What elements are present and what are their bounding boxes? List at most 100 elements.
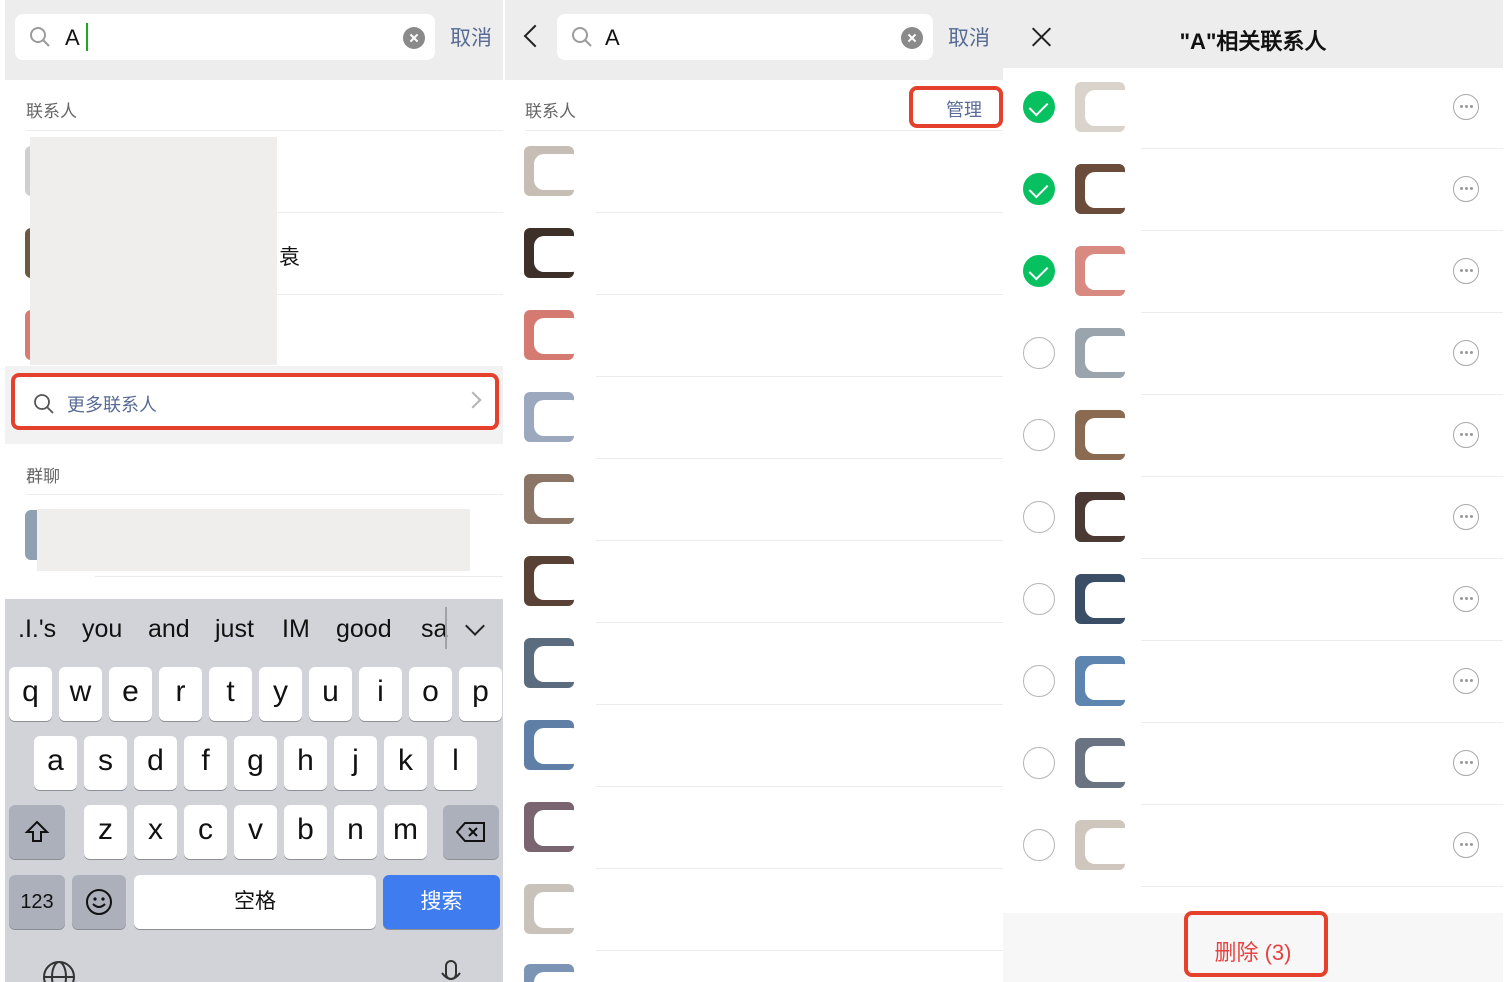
more-options-icon[interactable] bbox=[1453, 340, 1479, 366]
more-options-icon[interactable] bbox=[1453, 422, 1479, 448]
divider bbox=[1141, 394, 1503, 395]
checkbox-icon[interactable] bbox=[1023, 829, 1055, 861]
divider bbox=[596, 376, 1003, 377]
checkbox-icon[interactable] bbox=[1023, 747, 1055, 779]
checkbox-icon[interactable] bbox=[1023, 337, 1055, 369]
search-key[interactable]: 搜索 bbox=[383, 875, 500, 929]
more-options-icon[interactable] bbox=[1453, 832, 1479, 858]
key[interactable]: e bbox=[109, 667, 152, 721]
key[interactable]: x bbox=[134, 805, 177, 859]
checkbox-checked-icon[interactable] bbox=[1023, 255, 1055, 287]
key[interactable]: d bbox=[134, 736, 177, 790]
checkbox-checked-icon[interactable] bbox=[1023, 91, 1055, 123]
contact-row[interactable] bbox=[1003, 642, 1503, 724]
checkbox-icon[interactable] bbox=[1023, 501, 1055, 533]
more-options-icon[interactable] bbox=[1453, 504, 1479, 530]
clear-icon[interactable] bbox=[403, 27, 425, 49]
search-input[interactable]: A bbox=[557, 14, 933, 60]
key[interactable]: a bbox=[34, 736, 77, 790]
contact-avatar bbox=[1075, 328, 1125, 378]
divider bbox=[596, 704, 1003, 705]
space-key[interactable]: 空格 bbox=[134, 875, 376, 929]
checkbox-icon[interactable] bbox=[1023, 419, 1055, 451]
more-options-icon[interactable] bbox=[1453, 586, 1479, 612]
key[interactable]: m bbox=[384, 805, 427, 859]
checkbox-icon[interactable] bbox=[1023, 665, 1055, 697]
key[interactable]: s bbox=[84, 736, 127, 790]
contact-avatar bbox=[524, 474, 574, 524]
key[interactable]: t bbox=[209, 667, 252, 721]
contact-row[interactable] bbox=[1003, 560, 1503, 642]
more-options-icon[interactable] bbox=[1453, 750, 1479, 776]
contact-row[interactable] bbox=[1003, 806, 1503, 888]
suggestion-item[interactable]: IM bbox=[282, 615, 310, 644]
key[interactable]: z bbox=[84, 805, 127, 859]
contact-row[interactable] bbox=[1003, 150, 1503, 232]
emoji-key[interactable] bbox=[72, 875, 126, 929]
search-bar: A 取消 bbox=[505, 0, 1003, 80]
key[interactable]: o bbox=[409, 667, 452, 721]
more-options-icon[interactable] bbox=[1453, 176, 1479, 202]
cancel-button[interactable]: 取消 bbox=[948, 22, 990, 52]
microphone-icon[interactable] bbox=[439, 959, 463, 982]
clear-icon[interactable] bbox=[901, 27, 923, 49]
key[interactable]: y bbox=[259, 667, 302, 721]
key[interactable]: u bbox=[309, 667, 352, 721]
key[interactable]: k bbox=[384, 736, 427, 790]
key[interactable]: b bbox=[284, 805, 327, 859]
divider bbox=[596, 622, 1003, 623]
divider bbox=[596, 540, 1003, 541]
contact-avatar bbox=[524, 556, 574, 606]
search-query: A bbox=[605, 25, 620, 50]
numbers-key[interactable]: 123 bbox=[9, 875, 65, 929]
suggestion-item[interactable]: .I.'s bbox=[18, 615, 56, 644]
divider bbox=[596, 458, 1003, 459]
shift-key[interactable] bbox=[9, 805, 65, 859]
suggestion-item[interactable]: you bbox=[82, 615, 122, 644]
contact-row[interactable] bbox=[1003, 396, 1503, 478]
divider bbox=[95, 576, 503, 577]
divider bbox=[596, 212, 1003, 213]
suggestion-item[interactable]: just bbox=[215, 615, 254, 644]
contacts-results-panel: A 取消 联系人 管理 bbox=[505, 0, 1003, 982]
suggestion-item[interactable]: sa bbox=[421, 615, 447, 644]
suggestion-item[interactable]: good bbox=[336, 615, 392, 644]
more-options-icon[interactable] bbox=[1453, 668, 1479, 694]
key[interactable]: f bbox=[184, 736, 227, 790]
search-icon bbox=[572, 27, 592, 47]
checkbox-checked-icon[interactable] bbox=[1023, 173, 1055, 205]
more-options-icon[interactable] bbox=[1453, 94, 1479, 120]
contact-avatar bbox=[524, 392, 574, 442]
backspace-key[interactable] bbox=[443, 805, 499, 859]
cancel-button[interactable]: 取消 bbox=[450, 22, 492, 52]
contact-avatar bbox=[1075, 82, 1125, 132]
back-icon[interactable] bbox=[523, 24, 547, 48]
key[interactable]: w bbox=[59, 667, 102, 721]
search-query: A bbox=[65, 25, 80, 50]
suggestion-item[interactable]: and bbox=[148, 615, 190, 644]
chevron-down-icon[interactable] bbox=[465, 616, 485, 636]
divider bbox=[1141, 886, 1503, 887]
key[interactable]: c bbox=[184, 805, 227, 859]
contact-row[interactable] bbox=[1003, 478, 1503, 560]
redacted-block bbox=[30, 137, 277, 365]
key[interactable]: r bbox=[159, 667, 202, 721]
key[interactable]: p bbox=[459, 667, 502, 721]
contact-row[interactable] bbox=[1003, 314, 1503, 396]
key[interactable]: v bbox=[234, 805, 277, 859]
search-input[interactable]: A bbox=[15, 14, 435, 60]
globe-icon[interactable] bbox=[41, 959, 77, 982]
key[interactable]: q bbox=[9, 667, 52, 721]
checkbox-icon[interactable] bbox=[1023, 583, 1055, 615]
key[interactable]: j bbox=[334, 736, 377, 790]
contact-row[interactable] bbox=[1003, 68, 1503, 150]
contact-row[interactable] bbox=[1003, 232, 1503, 314]
key[interactable]: g bbox=[234, 736, 277, 790]
key[interactable]: h bbox=[284, 736, 327, 790]
key[interactable]: i bbox=[359, 667, 402, 721]
more-options-icon[interactable] bbox=[1453, 258, 1479, 284]
contacts-section-label: 联系人 bbox=[26, 102, 77, 121]
key[interactable]: l bbox=[434, 736, 477, 790]
key[interactable]: n bbox=[334, 805, 377, 859]
contact-row[interactable] bbox=[1003, 724, 1503, 806]
